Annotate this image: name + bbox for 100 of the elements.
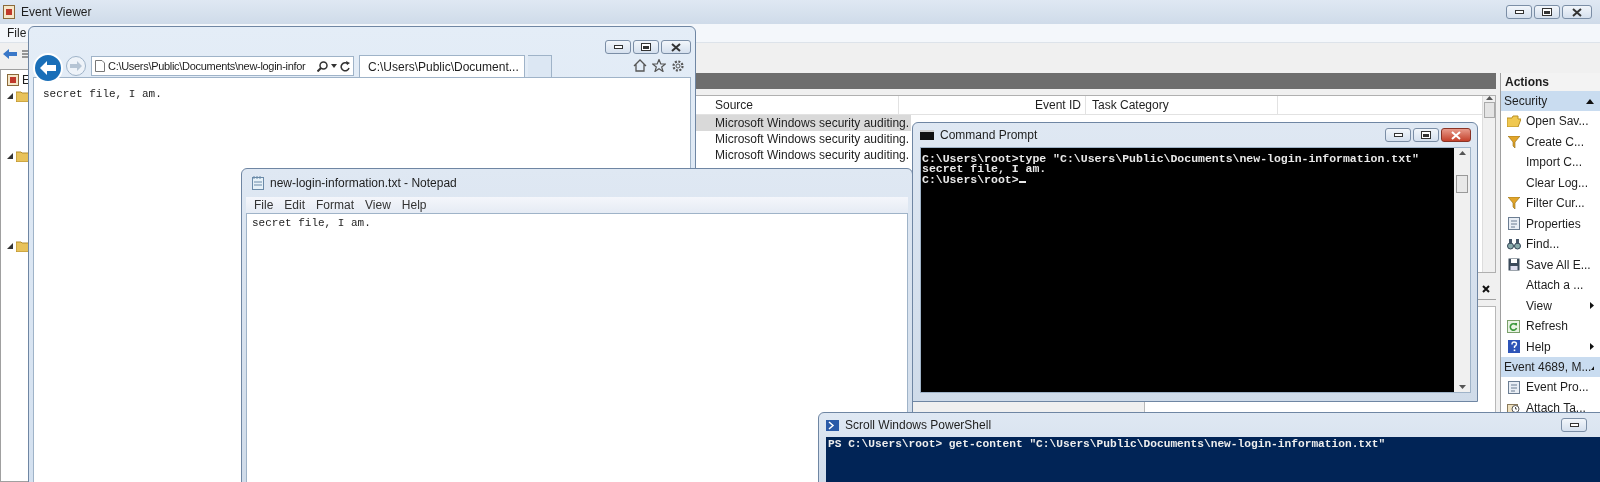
folder-icon <box>16 240 30 252</box>
funnel-icon <box>1507 135 1520 148</box>
menu-item[interactable]: View <box>365 198 391 212</box>
event-row[interactable]: Microsoft Windows security auditing. <box>695 115 911 131</box>
console-line: C:\Users\root>type "C:\Users\Public\Documents\new-login-information.txt" <box>922 152 1419 165</box>
close-icon <box>671 42 681 52</box>
menu-item[interactable]: File <box>7 26 27 40</box>
minimize-icon <box>1393 133 1403 137</box>
powershell-icon <box>826 419 839 431</box>
submenu-arrow-icon <box>1590 342 1594 350</box>
event-viewer-icon <box>3 5 15 19</box>
minimize-button[interactable] <box>1385 128 1411 142</box>
scroll-up-icon[interactable] <box>1485 96 1493 100</box>
scroll-thumb[interactable] <box>1456 175 1468 193</box>
properties-icon <box>1507 380 1520 394</box>
help-icon <box>1507 340 1520 354</box>
page-icon <box>95 60 105 72</box>
action-item[interactable]: Refresh <box>1526 319 1569 334</box>
expand-icon[interactable] <box>7 153 13 159</box>
search-icon <box>317 60 328 72</box>
close-icon <box>1572 7 1582 17</box>
document-text: secret file, I am. <box>252 217 371 229</box>
address-field[interactable]: C:\Users\Public\Documents\new-login-infor <box>91 56 354 76</box>
maximize-icon <box>1542 8 1552 16</box>
close-button[interactable] <box>661 40 691 54</box>
scroll-up-icon[interactable] <box>1458 151 1466 155</box>
close-icon[interactable] <box>1482 285 1490 293</box>
properties-icon <box>1507 217 1520 231</box>
scroll-down-icon[interactable] <box>1458 385 1466 389</box>
event-row[interactable]: Microsoft Windows security auditing. <box>695 131 911 147</box>
folder-icon <box>16 90 30 102</box>
folder-icon <box>1506 115 1521 128</box>
scrollbar[interactable] <box>1482 96 1495 272</box>
settings-icon[interactable] <box>671 59 685 73</box>
close-button[interactable] <box>1562 5 1592 19</box>
expand-icon[interactable] <box>7 93 13 99</box>
page-text: secret file, I am. <box>43 88 162 100</box>
collapse-icon <box>1591 364 1594 370</box>
table-cell: Microsoft Windows security auditing. <box>715 116 910 130</box>
menu-item[interactable]: File <box>254 198 274 212</box>
minimize-button[interactable] <box>1506 5 1532 19</box>
table-cell: Microsoft Windows security auditing. <box>715 132 910 146</box>
action-item[interactable]: Import C... <box>1526 155 1582 170</box>
funnel-icon <box>1507 197 1520 210</box>
collapse-icon <box>1586 98 1594 104</box>
maximize-button[interactable] <box>1534 5 1560 19</box>
scrollbar[interactable] <box>1454 148 1470 392</box>
minimize-button[interactable] <box>1561 418 1587 432</box>
forward-arrow-icon <box>70 61 82 71</box>
event-viewer-icon <box>7 74 19 86</box>
home-icon[interactable] <box>633 59 647 72</box>
back-arrow-icon[interactable] <box>3 49 17 59</box>
minimize-button[interactable] <box>605 40 631 54</box>
action-item[interactable]: Create C... <box>1526 134 1585 149</box>
cursor-icon <box>1018 180 1026 183</box>
action-item[interactable]: Help <box>1526 339 1551 354</box>
menu-item[interactable]: Format <box>316 198 355 212</box>
minimize-icon <box>1514 10 1524 14</box>
minimize-icon <box>1569 423 1579 427</box>
actions-header: Actions <box>1501 73 1600 91</box>
close-icon <box>1451 130 1461 140</box>
action-item[interactable]: Attach a ... <box>1526 278 1584 293</box>
maximize-button[interactable] <box>1413 128 1439 142</box>
menu-item[interactable]: Edit <box>284 198 306 212</box>
save-icon <box>1507 258 1520 272</box>
browser-tab[interactable]: C:\Users\Public\Document... <box>359 55 525 77</box>
maximize-icon <box>641 43 651 51</box>
notepad-icon <box>252 176 264 190</box>
back-button[interactable] <box>33 53 63 83</box>
action-item[interactable]: Save All E... <box>1526 257 1591 272</box>
window-title: new-login-information.txt - Notepad <box>270 176 457 190</box>
minimize-icon <box>613 45 623 49</box>
event-row[interactable]: Microsoft Windows security auditing. <box>695 147 911 163</box>
action-group-header[interactable]: Security <box>1501 91 1600 111</box>
action-item[interactable]: Clear Log... <box>1526 175 1589 190</box>
maximize-icon <box>1421 131 1431 139</box>
action-item[interactable]: Attach Ta... <box>1526 400 1586 415</box>
action-item[interactable]: Filter Cur... <box>1526 196 1585 211</box>
table-cell: Microsoft Windows security auditing. <box>715 148 910 162</box>
action-group-header[interactable]: Event 4689, M... <box>1501 357 1600 377</box>
column-header[interactable]: Event ID <box>899 96 1086 114</box>
back-arrow-icon <box>40 61 56 75</box>
window-title: Command Prompt <box>940 128 1038 142</box>
close-button[interactable] <box>1441 128 1471 142</box>
action-item[interactable]: Properties <box>1526 216 1581 231</box>
action-item[interactable]: Open Sav... <box>1526 114 1589 129</box>
binoculars-icon <box>1506 238 1521 251</box>
action-item[interactable]: View <box>1526 298 1552 313</box>
action-item[interactable]: Event Pro... <box>1526 380 1589 395</box>
refresh-icon <box>340 60 350 72</box>
console-icon <box>920 130 934 140</box>
window-title: Event Viewer <box>21 5 92 19</box>
expand-icon[interactable] <box>7 243 13 249</box>
column-header[interactable]: Task Category <box>1086 96 1278 114</box>
scroll-thumb[interactable] <box>1483 102 1495 118</box>
action-item[interactable]: Find... <box>1526 237 1560 252</box>
submenu-arrow-icon <box>1590 301 1594 309</box>
menu-item[interactable]: Help <box>401 198 427 212</box>
maximize-button[interactable] <box>633 40 659 54</box>
star-icon[interactable] <box>652 59 666 72</box>
